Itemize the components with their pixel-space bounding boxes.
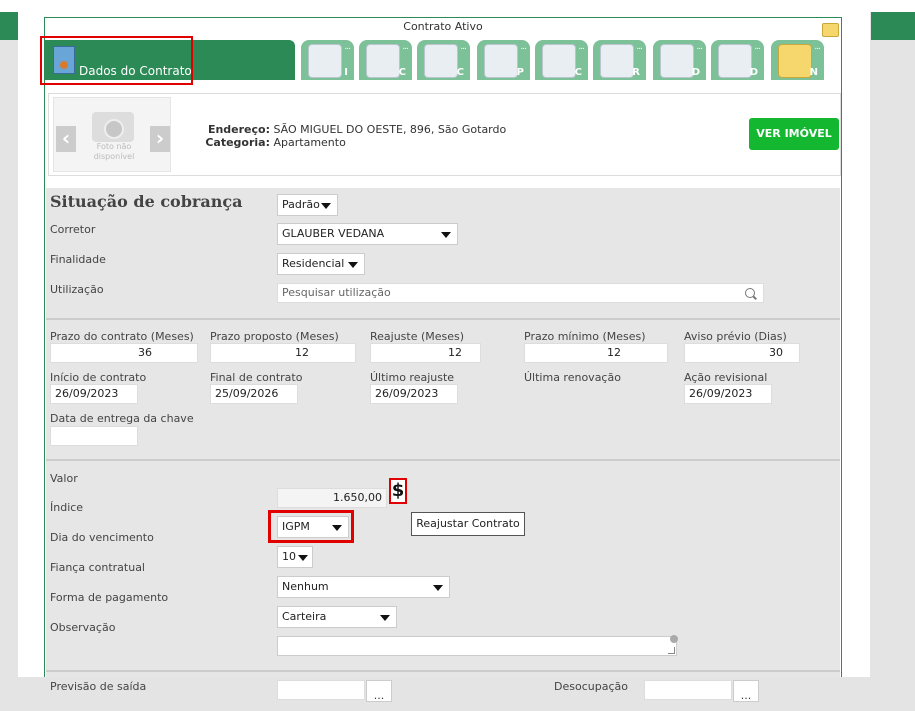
ultima-renovacao-label: Última renovação xyxy=(524,371,621,384)
desocupacao-label: Desocupação xyxy=(554,680,628,693)
prazo-contrato-input[interactable]: 36 xyxy=(50,343,198,363)
tab-documentos[interactable]: ... D xyxy=(653,40,706,80)
ver-imovel-button[interactable]: VER IMÓVEL xyxy=(749,118,839,150)
folder-icon xyxy=(484,44,518,78)
utilizacao-search-input[interactable]: Pesquisar utilização xyxy=(277,283,764,303)
pagamento-select[interactable]: Carteira xyxy=(277,606,397,628)
tab-pasta[interactable]: ... P xyxy=(477,40,530,80)
chevron-down-icon xyxy=(441,232,451,238)
money-hand-icon xyxy=(542,44,576,78)
divider xyxy=(46,318,840,320)
property-address: Endereço: SÃO MIGUEL DO OESTE, 896, São … xyxy=(205,123,507,149)
prazo-minimo-input[interactable]: 12 xyxy=(524,343,668,363)
final-label: Final de contrato xyxy=(210,371,303,384)
tab-cobranca[interactable]: ... C xyxy=(535,40,588,80)
divider xyxy=(46,670,840,672)
ultimo-reajuste-label: Último reajuste xyxy=(370,371,455,384)
indice-highlight xyxy=(268,510,354,543)
reajustar-tooltip: Reajustar Contrato xyxy=(411,512,525,536)
fianca-select[interactable]: Nenhum xyxy=(277,576,450,598)
resize-grip-icon[interactable] xyxy=(668,647,675,654)
person-icon xyxy=(308,44,342,78)
transfer-icon xyxy=(600,44,634,78)
aviso-previo-label: Aviso prévio (Dias) xyxy=(684,330,787,343)
tab-documentos-2[interactable]: ... D xyxy=(711,40,764,80)
entrega-chave-label: Data de entrega da chave xyxy=(50,412,194,425)
chevron-down-icon xyxy=(433,585,443,591)
category-value: Apartamento xyxy=(273,136,346,149)
document-icon xyxy=(660,44,694,78)
chevron-down-icon xyxy=(298,555,308,561)
reajuste-input[interactable]: 12 xyxy=(370,343,481,363)
prazo-proposto-label: Prazo proposto (Meses) xyxy=(210,330,339,343)
tab-notas[interactable]: ... N xyxy=(771,40,824,80)
vencimento-label: Dia do vencimento xyxy=(50,531,154,544)
panel-title: Contrato Ativo xyxy=(403,20,483,33)
corretor-select[interactable]: GLAUBER VEDANA xyxy=(277,223,458,245)
divider xyxy=(46,459,840,461)
note-pad-icon xyxy=(778,44,812,78)
indice-label: Índice xyxy=(50,501,84,514)
acao-revisional-input[interactable]: 26/09/2023 xyxy=(684,384,772,404)
contract-panel: Contrato Ativo Dados do Contrato ... I ..… xyxy=(44,17,842,702)
corretor-label: Corretor xyxy=(50,223,96,236)
utilizacao-label: Utilização xyxy=(50,283,104,296)
prazo-minimo-label: Prazo mínimo (Meses) xyxy=(524,330,646,343)
address-value: SÃO MIGUEL DO OESTE, 896, São Gotardo xyxy=(273,123,507,136)
prazo-contrato-label: Prazo do contrato (Meses) xyxy=(50,330,194,343)
tab-inquilino[interactable]: ... I xyxy=(301,40,354,80)
property-summary: ‹ Foto não disponível › Endereço: SÃO MI… xyxy=(48,93,841,176)
valor-label: Valor xyxy=(50,472,78,485)
finalidade-select[interactable]: Residencial xyxy=(277,253,365,275)
chevron-down-icon xyxy=(348,262,358,268)
checklist-icon xyxy=(424,44,458,78)
ultimo-reajuste-input[interactable]: 26/09/2023 xyxy=(370,384,458,404)
dados-contrato-highlight xyxy=(40,36,193,85)
documents-icon xyxy=(718,44,752,78)
previsao-input[interactable] xyxy=(277,680,365,700)
entrega-chave-input[interactable] xyxy=(50,426,138,446)
previsao-picker-button[interactable]: ... xyxy=(366,680,392,702)
photo-unavailable-text: Foto não disponível xyxy=(93,142,135,161)
previsao-label: Previsão de saída xyxy=(50,680,147,693)
valor-input[interactable]: 1.650,00 xyxy=(277,488,387,508)
chevron-down-icon xyxy=(321,203,331,209)
acao-revisional-label: Ação revisional xyxy=(684,371,768,384)
pagamento-label: Forma de pagamento xyxy=(50,591,169,604)
browser-top-strip xyxy=(0,0,915,12)
situacao-select[interactable]: Padrão xyxy=(277,194,338,216)
tab-checklist[interactable]: ... C xyxy=(417,40,470,80)
scroll-knob xyxy=(670,635,678,643)
camera-icon xyxy=(92,112,134,142)
inicio-input[interactable]: 26/09/2023 xyxy=(50,384,138,404)
finalidade-label: Finalidade xyxy=(50,253,106,266)
tab-configuracao[interactable]: ... C xyxy=(359,40,412,80)
photo-next-button[interactable]: › xyxy=(150,126,170,152)
tab-repasse[interactable]: ... R xyxy=(593,40,646,80)
search-icon xyxy=(745,288,755,298)
desocupacao-picker-button[interactable]: ... xyxy=(733,680,759,702)
reajustar-dollar-button[interactable]: $ xyxy=(389,478,407,504)
section-title: Situação de cobrança xyxy=(50,192,243,211)
note-icon[interactable] xyxy=(822,23,839,37)
desocupacao-input[interactable] xyxy=(644,680,732,700)
prazo-proposto-input[interactable]: 12 xyxy=(210,343,356,363)
contract-form: Situação de cobrança Padrão Corretor GLA… xyxy=(46,188,840,702)
gears-icon xyxy=(366,44,400,78)
fianca-label: Fiança contratual xyxy=(50,561,145,574)
reajuste-label: Reajuste (Meses) xyxy=(370,330,465,343)
header-bar-left xyxy=(0,12,18,40)
final-input[interactable]: 25/09/2026 xyxy=(210,384,298,404)
aviso-previo-input[interactable]: 30 xyxy=(684,343,800,363)
property-photo: ‹ Foto não disponível › xyxy=(53,97,171,172)
observacao-textarea[interactable] xyxy=(277,635,678,656)
photo-prev-button[interactable]: ‹ xyxy=(56,126,76,152)
inicio-label: Início de contrato xyxy=(50,371,147,384)
chevron-down-icon xyxy=(380,615,390,621)
header-bar-right xyxy=(871,12,915,40)
vencimento-select[interactable]: 10 xyxy=(277,546,313,568)
observacao-label: Observação xyxy=(50,621,116,634)
